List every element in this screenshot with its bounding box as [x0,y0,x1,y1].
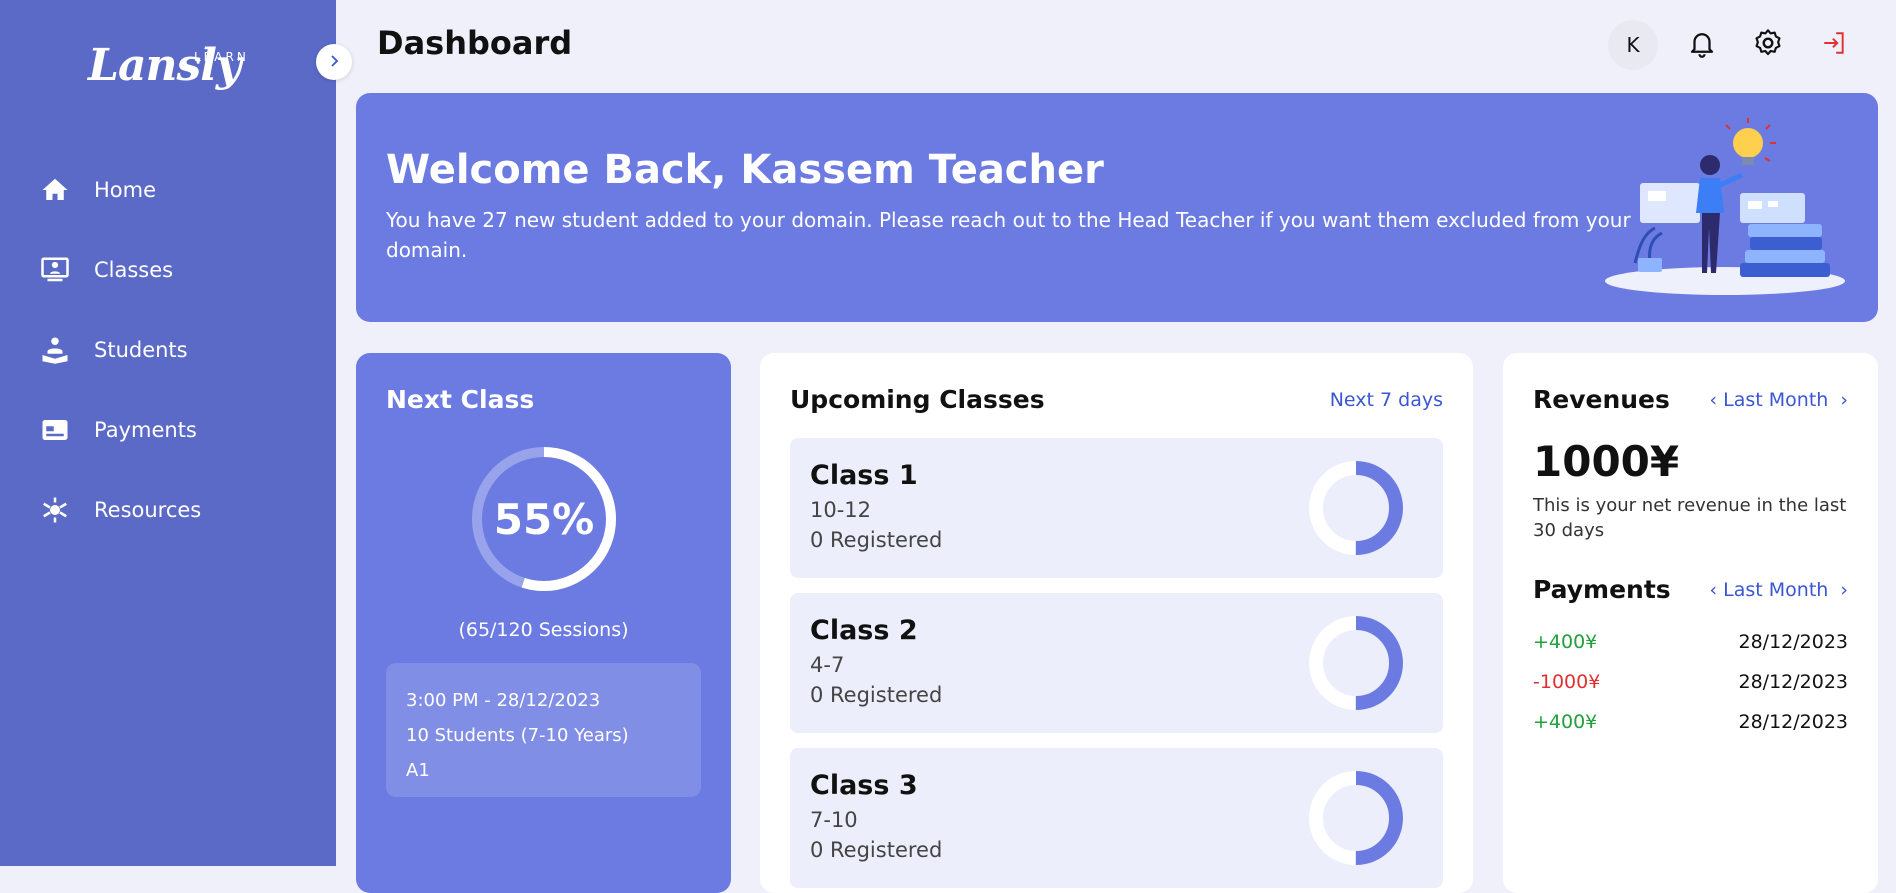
class-age-range: 4-7 [810,653,845,677]
students-icon [40,335,70,365]
payments-icon [40,415,70,445]
payment-date: 28/12/2023 [1738,711,1848,733]
sidebar-item-label: Students [94,338,188,362]
payments-period-selector[interactable]: ‹ Last Month › [1709,579,1848,601]
payment-amount: +400¥ [1533,631,1598,653]
revenue-amount: 1000¥ [1533,437,1680,486]
class-item[interactable]: Class 2 4-7 0 Registered [790,593,1443,733]
next-7-days-link[interactable]: Next 7 days [1330,389,1443,411]
sidebar-nav: Home Classes Students Payments Resources [0,150,336,550]
class-donut-chart [1309,771,1403,865]
class-registered: 0 Registered [810,683,943,707]
payments-title: Payments [1533,575,1671,604]
settings-button[interactable] [1746,23,1790,67]
payment-date: 28/12/2023 [1738,671,1848,693]
progress-percentage: 55% [493,494,595,544]
sidebar-item-label: Classes [94,258,174,282]
sidebar-item-classes[interactable]: Classes [0,230,336,310]
logo[interactable]: Lansly LEARN [88,40,246,91]
page-title: Dashboard [377,24,573,62]
sidebar-toggle-button[interactable] [316,44,352,80]
next-class-details[interactable]: 3:00 PM - 28/12/2023 10 Students (7-10 Y… [386,663,701,797]
welcome-message: You have 27 new student added to your do… [386,208,1631,262]
sidebar-item-label: Home [94,178,157,202]
revenues-card: Revenues ‹ Last Month › 1000¥ This is yo… [1503,353,1878,893]
sessions-count: (65/120 Sessions) [458,619,629,641]
chevron-right-icon [327,53,341,72]
top-actions: K [1608,20,1856,70]
welcome-title: Welcome Back, Kassem Teacher [386,147,1104,193]
sidebar-item-label: Payments [94,418,197,442]
upcoming-classes-card: Upcoming Classes Next 7 days Class 1 10-… [760,353,1473,893]
upcoming-classes-title: Upcoming Classes [790,385,1045,414]
logo-subtitle: LEARN [194,50,249,64]
class-age-range: 7-10 [810,808,858,832]
next-class-title: Next Class [386,385,535,414]
chevron-right-icon[interactable]: › [1834,579,1848,601]
home-icon [40,175,70,205]
notifications-button[interactable] [1680,23,1724,67]
class-registered: 0 Registered [810,528,943,552]
payment-amount: -1000¥ [1533,671,1601,693]
class-age-range: 10-12 [810,498,872,522]
resources-icon [40,495,70,525]
class-donut-chart [1309,461,1403,555]
sidebar-item-students[interactable]: Students [0,310,336,390]
next-class-time: 3:00 PM - 28/12/2023 [406,690,601,711]
revenues-title: Revenues [1533,385,1670,414]
class-registered: 0 Registered [810,838,943,862]
sidebar-item-payments[interactable]: Payments [0,390,336,470]
class-name: Class 3 [810,770,918,801]
teacher-illustration [1600,113,1850,303]
sidebar: Lansly LEARN Home Classes Students Payme… [0,0,336,866]
revenues-period: Last Month [1723,389,1829,411]
class-item[interactable]: Class 1 10-12 0 Registered [790,438,1443,578]
chevron-left-icon[interactable]: ‹ [1709,389,1717,411]
logo-text: Lansly [88,40,241,91]
chevron-right-icon[interactable]: › [1834,389,1848,411]
payment-row: +400¥ 28/12/2023 [1533,631,1848,653]
logout-button[interactable] [1812,23,1856,67]
class-item[interactable]: Class 3 7-10 0 Registered [790,748,1443,888]
next-class-card: Next Class 55% (65/120 Sessions) 3:00 PM… [356,353,731,893]
next-class-progress-ring: 55% [470,445,618,593]
payments-period: Last Month [1723,579,1829,601]
payment-row: -1000¥ 28/12/2023 [1533,671,1848,693]
logout-icon [1821,30,1847,60]
sidebar-item-label: Resources [94,498,202,522]
payment-row: +400¥ 28/12/2023 [1533,711,1848,733]
welcome-banner: Welcome Back, Kassem Teacher You have 27… [356,93,1878,322]
class-name: Class 2 [810,615,918,646]
payment-amount: +400¥ [1533,711,1598,733]
revenues-period-selector[interactable]: ‹ Last Month › [1709,389,1848,411]
next-class-level: A1 [406,760,430,781]
revenue-description: This is your net revenue in the last 30 … [1533,495,1847,541]
bell-icon [1687,28,1717,62]
sidebar-item-resources[interactable]: Resources [0,470,336,550]
classes-icon [40,255,70,285]
class-donut-chart [1309,616,1403,710]
gear-icon [1752,27,1784,63]
chevron-left-icon[interactable]: ‹ [1709,579,1717,601]
class-name: Class 1 [810,460,918,491]
payment-date: 28/12/2023 [1738,631,1848,653]
next-class-students: 10 Students (7-10 Years) [406,725,629,746]
sidebar-item-home[interactable]: Home [0,150,336,230]
avatar[interactable]: K [1608,20,1658,70]
